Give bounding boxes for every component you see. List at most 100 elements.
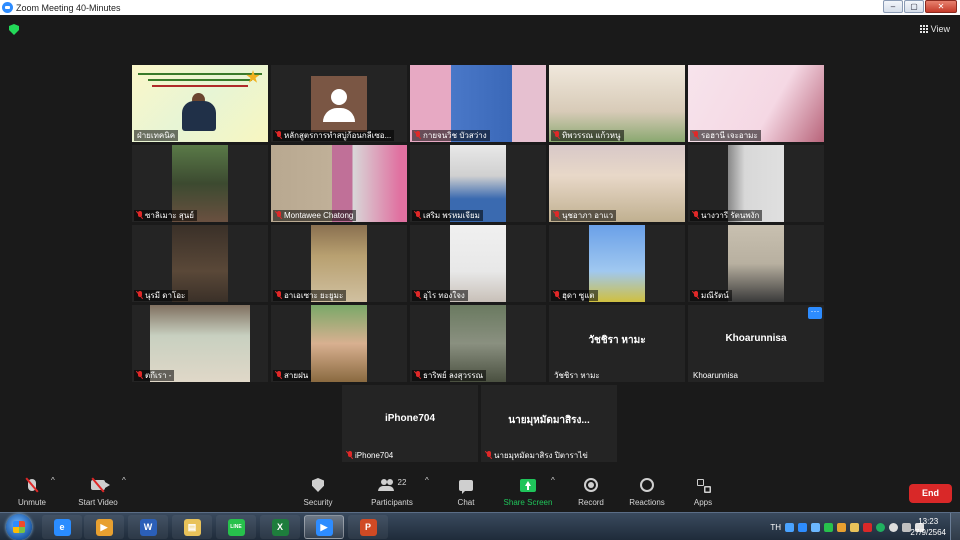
tray-app-icon[interactable]	[785, 522, 794, 532]
participant-name-label: อุไร ทองใจง	[412, 290, 468, 301]
participant-name: รอฮานี เจะอามะ	[701, 131, 758, 140]
taskbar-line[interactable]: LINE	[216, 515, 256, 539]
participant-name-label: iPhone704	[344, 450, 396, 461]
tray-line-icon[interactable]	[824, 522, 833, 532]
participant-tile[interactable]: Montawee Chatong	[271, 145, 407, 222]
participant-tile[interactable]: มณีรัตน์	[688, 225, 824, 302]
participant-tile[interactable]: Khoarunnisa ··· Khoarunnisa	[688, 305, 824, 382]
taskbar-clock[interactable]: 13:23 27/9/2564	[910, 516, 946, 538]
taskbar-zoom[interactable]: ▶	[304, 515, 344, 539]
tray-app-icon[interactable]	[876, 522, 885, 532]
apps-icon	[696, 478, 710, 492]
participant-tile[interactable]: ธาริพย์ ลงสุวรรณ	[410, 305, 546, 382]
view-button[interactable]: View	[919, 24, 950, 34]
tray-app-icon[interactable]	[850, 522, 859, 532]
participant-name-label: วัชชิรา หามะ	[551, 370, 603, 381]
language-indicator[interactable]: TH	[770, 523, 781, 532]
taskbar-internet-explorer[interactable]: e	[42, 515, 82, 539]
muted-mic-icon	[554, 291, 560, 299]
participant-display-name: iPhone704	[384, 413, 436, 424]
chat-button[interactable]: Chat	[448, 476, 484, 507]
participant-tile[interactable]: สายฝน	[271, 305, 407, 382]
video-options-caret[interactable]: ^	[122, 476, 126, 485]
line-icon: LINE	[227, 518, 245, 536]
participants-options-caret[interactable]: ^	[425, 476, 429, 485]
participant-tile[interactable]: วัชชิรา หามะ วัชชิรา หามะ	[549, 305, 685, 382]
participant-tile[interactable]: กายจนวิช บัวสว่าง	[410, 65, 546, 142]
start-video-button[interactable]: Start Video	[74, 476, 122, 507]
bluetooth-icon[interactable]	[811, 522, 820, 532]
taskbar-media-player[interactable]: ▶	[84, 515, 124, 539]
participant-name: iPhone704	[355, 451, 394, 460]
taskbar-excel[interactable]: X	[260, 515, 300, 539]
meeting-toolbar: Unmute ^ Start Video ^ Security 22 Parti…	[0, 472, 960, 512]
record-button[interactable]: Record	[574, 476, 608, 507]
participant-name-label: เสริม พรหมเจียม	[412, 210, 483, 221]
participant-name: นายมุหมัดมาสิรง ปิตาราไข่	[494, 451, 588, 460]
participant-tile[interactable]: นุชอาภา อาแว	[549, 145, 685, 222]
muted-mic-icon	[347, 451, 353, 459]
tray-app-icon[interactable]	[837, 522, 846, 532]
share-options-caret[interactable]: ^	[551, 476, 555, 485]
record-icon	[584, 478, 598, 492]
default-avatar-icon	[311, 76, 367, 132]
tray-app-icon[interactable]	[863, 522, 872, 532]
maximize-button[interactable]: ▢	[904, 0, 924, 13]
participant-tile[interactable]: ฝ่ายเทคนิค	[132, 65, 268, 142]
participant-tile[interactable]: เสริม พรหมเจียม	[410, 145, 546, 222]
muted-mic-icon	[554, 131, 560, 139]
unmute-button[interactable]: Unmute	[12, 476, 52, 507]
encryption-shield-icon[interactable]	[9, 24, 19, 35]
participant-tile[interactable]: นุรมี ดาโอะ	[132, 225, 268, 302]
participant-name: ซาลิเมาะ สุนย์	[145, 211, 194, 220]
security-shield-icon	[312, 478, 324, 492]
window-title: Zoom Meeting 40-Minutes	[16, 2, 121, 13]
reactions-button[interactable]: Reactions	[626, 476, 668, 507]
apps-button[interactable]: Apps	[689, 476, 717, 507]
more-options-icon[interactable]: ···	[808, 307, 822, 319]
participant-tile[interactable]: นายมุหมัดมาสิรง... นายมุหมัดมาสิรง ปิตารา…	[481, 385, 617, 462]
share-screen-icon	[520, 478, 536, 492]
muted-mic-icon	[693, 131, 699, 139]
participant-name-label: ซาลิเมาะ สุนย์	[134, 210, 197, 221]
participant-name-label: รอฮานี เจะอามะ	[690, 130, 761, 141]
muted-mic-icon	[276, 371, 282, 379]
window-titlebar: Zoom Meeting 40-Minutes – ▢ ✕	[0, 0, 960, 15]
participant-tile[interactable]: รอฮานี เจะอามะ	[688, 65, 824, 142]
tray-app-icon[interactable]	[889, 522, 898, 532]
participant-tile[interactable]: อุไร ทองใจง	[410, 225, 546, 302]
security-label: Security	[303, 498, 333, 507]
camera-off-icon	[91, 480, 110, 490]
end-meeting-button[interactable]: End	[909, 484, 952, 503]
windows-taskbar: e ▶ W ▤ LINE X ▶ P TH 13:23 27/9/2564	[0, 512, 960, 540]
muted-mic-icon	[415, 211, 421, 219]
close-button[interactable]: ✕	[925, 0, 957, 13]
participant-name: วัชชิรา หามะ	[554, 371, 600, 380]
participant-name: หลักสูตรการทำสบู่ก้อนกลีเซอ...	[284, 131, 392, 140]
participant-display-name: Khoarunnisa	[725, 333, 787, 344]
participant-tile[interactable]: ตกีเรา -	[132, 305, 268, 382]
taskbar-file-explorer[interactable]: ▤	[172, 515, 212, 539]
participant-tile[interactable]: ฮุดา ซูแต	[549, 225, 685, 302]
participants-button[interactable]: 22 Participants	[366, 476, 418, 508]
share-screen-button[interactable]: Share Screen	[501, 476, 555, 507]
muted-mic-icon	[415, 131, 421, 139]
windows-start-button[interactable]	[6, 514, 32, 540]
participant-name-label: ทิพวรรณ แก้วหนู	[551, 130, 624, 141]
tray-zoom-icon[interactable]	[798, 522, 807, 532]
start-video-label: Start Video	[78, 498, 118, 507]
participant-tile[interactable]: iPhone704 iPhone704	[342, 385, 478, 462]
participant-name-label: นุรมี ดาโอะ	[134, 290, 189, 301]
participant-tile[interactable]: ทิพวรรณ แก้วหนู	[549, 65, 685, 142]
taskbar-word[interactable]: W	[128, 515, 168, 539]
muted-mic-icon	[137, 371, 143, 379]
taskbar-powerpoint[interactable]: P	[348, 515, 388, 539]
audio-options-caret[interactable]: ^	[51, 476, 55, 485]
security-button[interactable]: Security	[298, 476, 338, 507]
participant-tile[interactable]: อาเอเซาะ ยะยูมะ	[271, 225, 407, 302]
participant-tile[interactable]: หลักสูตรการทำสบู่ก้อนกลีเซอ...	[271, 65, 407, 142]
participant-tile[interactable]: ซาลิเมาะ สุนย์	[132, 145, 268, 222]
participant-tile[interactable]: นางวารี รัตนพงัก	[688, 145, 824, 222]
show-desktop-button[interactable]	[950, 513, 960, 540]
minimize-button[interactable]: –	[883, 0, 903, 13]
